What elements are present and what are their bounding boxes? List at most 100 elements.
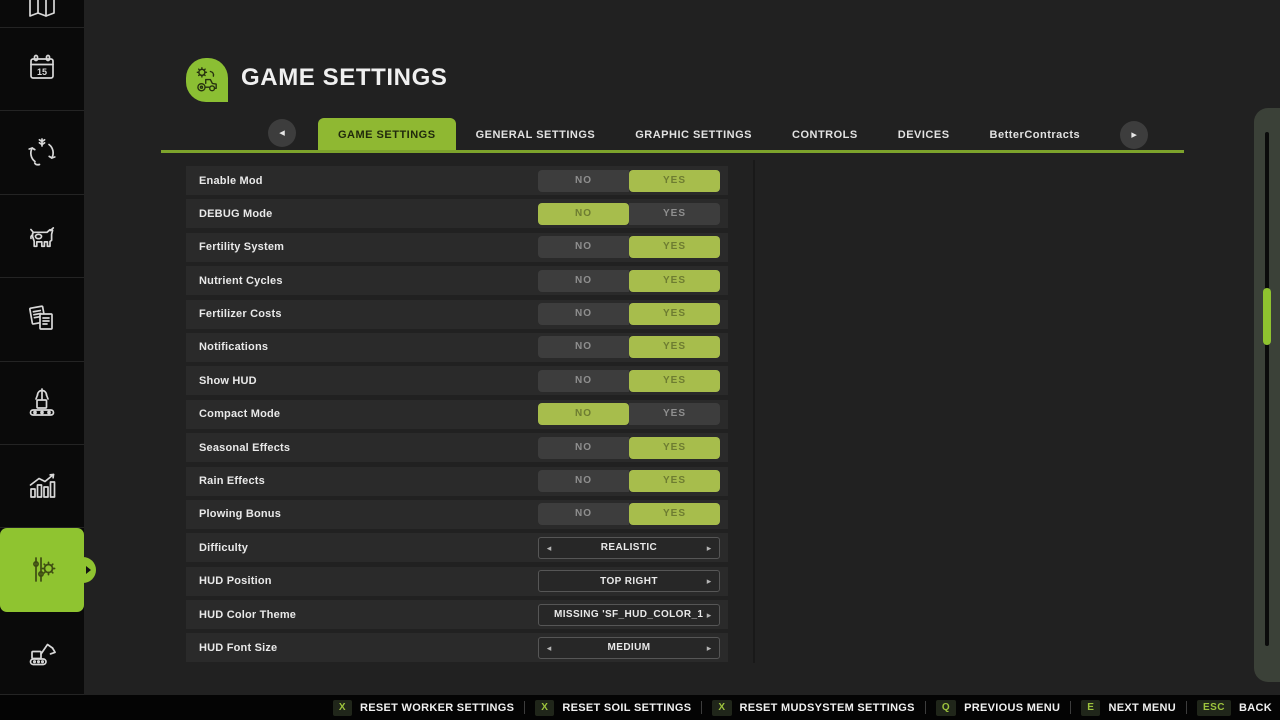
selector-value: REALISTIC (554, 542, 704, 553)
selector-hud-color-theme[interactable]: ◂MISSING 'SF_HUD_COLOR_1' L..▸ (538, 604, 720, 626)
toggle-show-hud[interactable]: NOYES (538, 370, 720, 392)
toggle-no-option[interactable]: NO (538, 236, 629, 258)
sidebar-item-settings[interactable] (0, 528, 84, 611)
shortcut-separator (701, 701, 702, 714)
toggle-compact-mode[interactable]: NOYES (538, 403, 720, 425)
toggle-yes-option[interactable]: YES (629, 403, 720, 425)
sidebar-item-construction[interactable] (0, 612, 84, 695)
scrollbar-thumb[interactable] (1263, 288, 1271, 345)
selector-next-icon[interactable]: ▸ (704, 571, 714, 591)
settings-row: Show HUDNOYES (186, 366, 728, 395)
toggle-yes-option[interactable]: YES (629, 170, 720, 192)
toggle-rain-effects[interactable]: NOYES (538, 470, 720, 492)
sidebar-item-contracts[interactable] (0, 278, 84, 361)
toggle-yes-option[interactable]: YES (629, 503, 720, 525)
toggle-yes-option[interactable]: YES (629, 236, 720, 258)
sidebar-item-production[interactable] (0, 362, 84, 445)
toggle-yes-option[interactable]: YES (629, 270, 720, 292)
shortcut-label: RESET SOIL SETTINGS (562, 702, 691, 714)
key-badge: Q (936, 700, 956, 716)
toggle-no-option[interactable]: NO (538, 270, 629, 292)
shortcut-label: RESET WORKER SETTINGS (360, 702, 514, 714)
shortcut-back[interactable]: ESCBACK (1197, 700, 1272, 716)
toggle-yes-option[interactable]: YES (629, 437, 720, 459)
setting-label: Nutrient Cycles (186, 275, 283, 287)
shortcut-reset-soil-settings[interactable]: XRESET SOIL SETTINGS (535, 700, 691, 716)
sidebar-item-statistics[interactable] (0, 445, 84, 528)
selector-prev-icon[interactable]: ◂ (544, 638, 554, 658)
shortcut-label: BACK (1239, 702, 1272, 714)
selector-value: MEDIUM (554, 642, 704, 653)
shortcut-separator (1186, 701, 1187, 714)
tabs-next-button[interactable]: ▸ (1120, 121, 1148, 149)
toggle-yes-option[interactable]: YES (629, 336, 720, 358)
tab-bettercontracts[interactable]: BetterContracts (970, 118, 1101, 152)
toggle-fertilizer-costs[interactable]: NOYES (538, 303, 720, 325)
setting-label: Fertility System (186, 241, 284, 253)
selector-next-icon[interactable]: ▸ (704, 538, 714, 558)
sidebar-item-calendar[interactable]: 15 (0, 28, 84, 111)
toggle-notifications[interactable]: NOYES (538, 336, 720, 358)
shortcut-reset-worker-settings[interactable]: XRESET WORKER SETTINGS (333, 700, 514, 716)
settings-row: Fertilizer CostsNOYES (186, 300, 728, 329)
settings-row: HUD Color Theme◂MISSING 'SF_HUD_COLOR_1'… (186, 600, 728, 629)
toggle-no-option[interactable]: NO (538, 503, 629, 525)
toggle-no-option[interactable]: NO (538, 370, 629, 392)
selector-prev-icon[interactable]: ◂ (544, 538, 554, 558)
key-badge: E (1081, 700, 1100, 716)
setting-label: Plowing Bonus (186, 508, 281, 520)
toggle-no-option[interactable]: NO (538, 470, 629, 492)
toggle-debug-mode[interactable]: NOYES (538, 203, 720, 225)
sidebar-item-map[interactable] (0, 0, 84, 28)
settings-row: NotificationsNOYES (186, 333, 728, 362)
shortcut-previous-menu[interactable]: QPREVIOUS MENU (936, 700, 1060, 716)
tab-general-settings[interactable]: GENERAL SETTINGS (456, 118, 616, 152)
toggle-seasonal-effects[interactable]: NOYES (538, 437, 720, 459)
selector-value: TOP RIGHT (554, 576, 704, 587)
settings-row: DEBUG Mode NOYES (186, 199, 728, 228)
selector-next-icon[interactable]: ▸ (704, 605, 714, 625)
selector-hud-font-size[interactable]: ◂MEDIUM▸ (538, 637, 720, 659)
scrollbar (1254, 108, 1280, 682)
sidebar-item-animals[interactable] (0, 195, 84, 278)
settings-row: Nutrient Cycles NOYES (186, 266, 728, 295)
tabs-prev-button[interactable]: ◂ (268, 119, 296, 147)
toggle-no-option[interactable]: NO (538, 170, 629, 192)
sidebar-item-crop-rotation[interactable] (0, 111, 84, 194)
settings-row: Rain Effects NOYES (186, 467, 728, 496)
tab-game-settings[interactable]: GAME SETTINGS (318, 118, 456, 152)
settings-row: Enable ModNOYES (186, 166, 728, 195)
toggle-nutrient-cycles[interactable]: NOYES (538, 270, 720, 292)
toggle-fertility-system[interactable]: NOYES (538, 236, 720, 258)
toggle-yes-option[interactable]: YES (629, 203, 720, 225)
shortcut-label: NEXT MENU (1108, 702, 1175, 714)
toggle-no-option[interactable]: NO (538, 403, 629, 425)
shortcut-separator (524, 701, 525, 714)
game-settings-tractor-icon (186, 58, 228, 102)
column-divider (753, 160, 755, 663)
toggle-plowing-bonus[interactable]: NOYES (538, 503, 720, 525)
setting-label: Rain Effects (186, 475, 265, 487)
toggle-enable-mod[interactable]: NOYES (538, 170, 720, 192)
toggle-yes-option[interactable]: YES (629, 370, 720, 392)
selected-notch-arrow-icon (86, 566, 91, 574)
tab-controls[interactable]: CONTROLS (772, 118, 878, 152)
scrollbar-track[interactable] (1265, 132, 1269, 646)
toggle-no-option[interactable]: NO (538, 303, 629, 325)
toggle-no-option[interactable]: NO (538, 437, 629, 459)
toggle-no-option[interactable]: NO (538, 203, 629, 225)
key-badge: X (712, 700, 731, 716)
shortcut-reset-mudsystem-settings[interactable]: XRESET MUDSYSTEM SETTINGS (712, 700, 914, 716)
shortcut-separator (1070, 701, 1071, 714)
selector-next-icon[interactable]: ▸ (704, 638, 714, 658)
selector-difficulty[interactable]: ◂REALISTIC▸ (538, 537, 720, 559)
toggle-no-option[interactable]: NO (538, 336, 629, 358)
selector-hud-position[interactable]: ◂TOP RIGHT▸ (538, 570, 720, 592)
setting-label: Compact Mode (186, 408, 280, 420)
tab-graphic-settings[interactable]: GRAPHIC SETTINGS (615, 118, 772, 152)
setting-label: DEBUG Mode (186, 208, 273, 220)
tab-devices[interactable]: DEVICES (878, 118, 970, 152)
toggle-yes-option[interactable]: YES (629, 470, 720, 492)
toggle-yes-option[interactable]: YES (629, 303, 720, 325)
shortcut-next-menu[interactable]: E NEXT MENU (1081, 700, 1176, 716)
